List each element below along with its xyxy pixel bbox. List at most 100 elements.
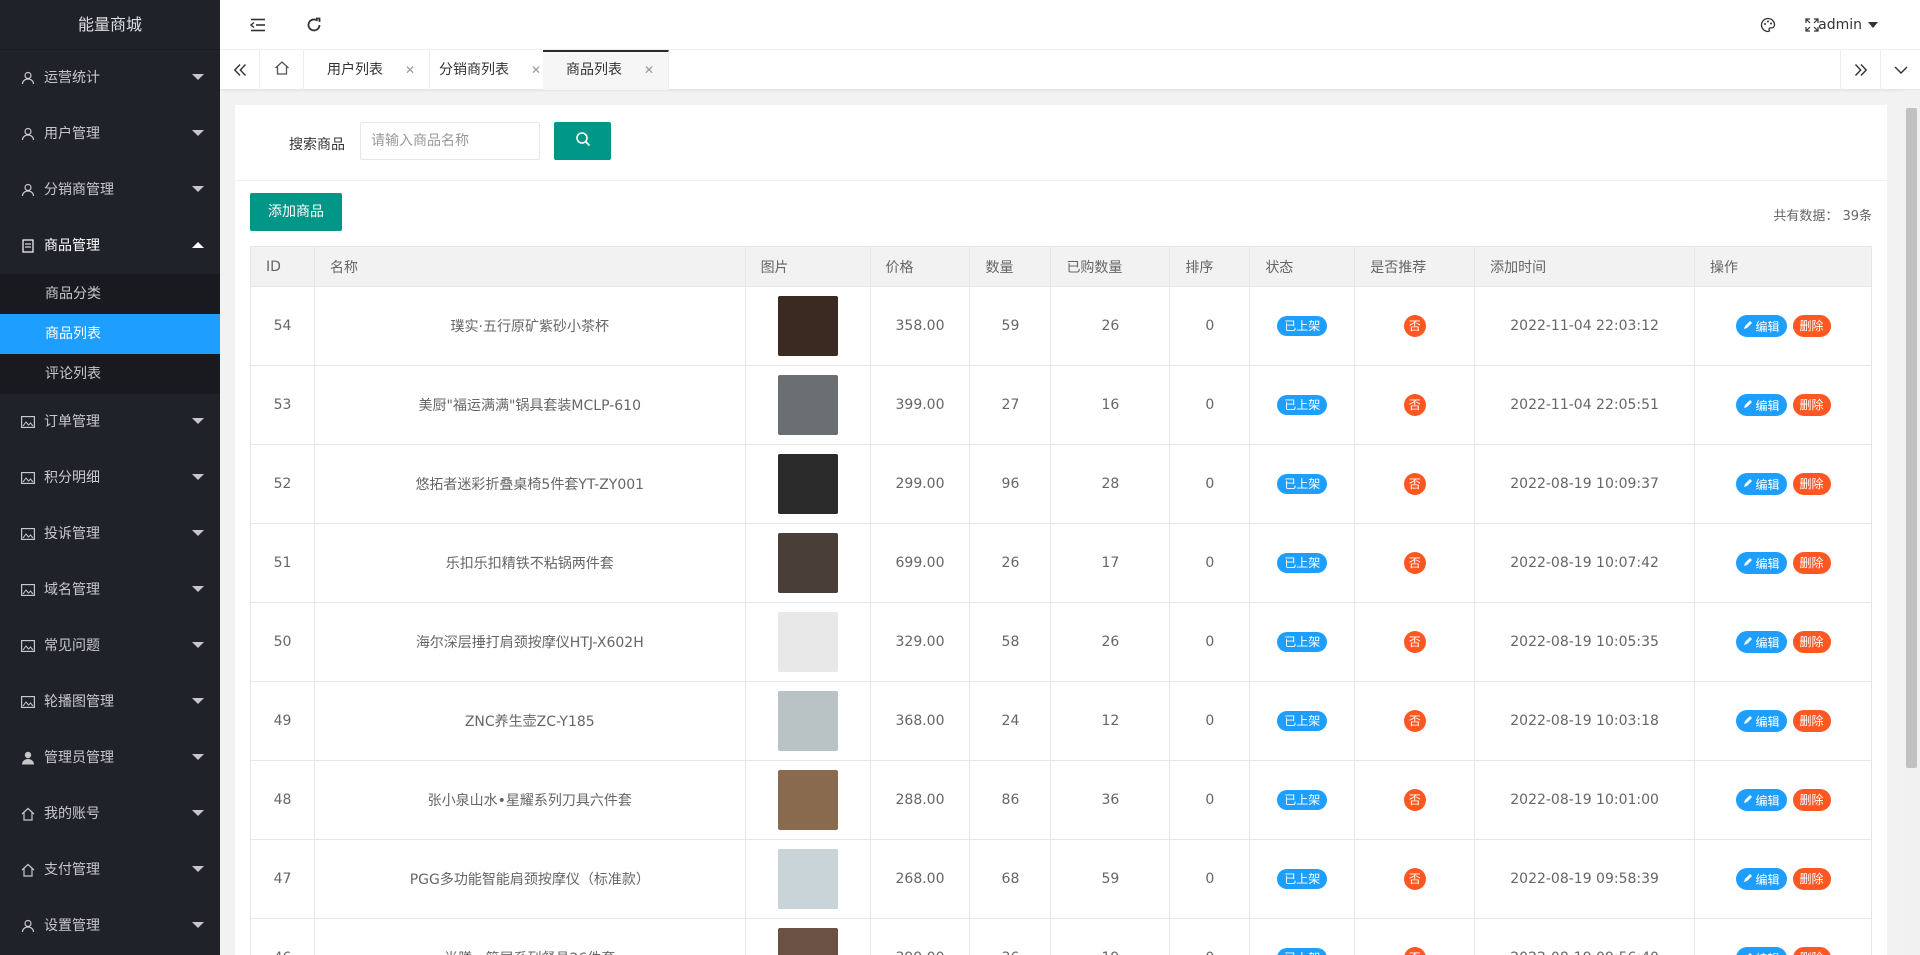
sidebar-item-product-categories[interactable]: 商品分类 [0, 274, 220, 314]
sidebar-item-points[interactable]: 积分明细 [0, 450, 220, 506]
sidebar-item-label: 分销商管理 [44, 182, 114, 198]
tabs-scroll-right-icon[interactable] [1840, 50, 1880, 90]
recommended-badge: 否 [1403, 473, 1426, 495]
edit-button[interactable]: 编辑 [1735, 473, 1787, 496]
product-thumbnail[interactable] [777, 454, 838, 514]
tab-distributor-list[interactable]: 分销商列表 ✕ [416, 50, 557, 90]
theme-palette-icon[interactable] [1756, 13, 1780, 37]
sidebar-item-my-account[interactable]: 我的账号 [0, 786, 220, 842]
col-image[interactable]: 图片 [744, 246, 871, 287]
recommended-badge: 否 [1403, 315, 1426, 337]
delete-button[interactable]: 删除 [1792, 393, 1831, 416]
user-menu[interactable]: admin [1818, 0, 1878, 50]
table-row: 46尚膳 · 简居系列餐具26件套 399.0036190 已上架 否 2022-08-… [250, 918, 1872, 955]
product-thumbnail[interactable] [777, 612, 838, 672]
product-thumbnail[interactable] [777, 849, 838, 909]
col-price[interactable]: 价格 [869, 246, 971, 287]
edit-button[interactable]: 编辑 [1735, 868, 1787, 891]
delete-button[interactable]: 删除 [1792, 472, 1831, 495]
col-sort[interactable]: 排序 [1169, 246, 1251, 287]
cell-id: 48 [250, 760, 315, 840]
edit-label: 编辑 [1755, 319, 1780, 334]
sidebar-item-domains[interactable]: 域名管理 [0, 562, 220, 618]
sidebar-item-distributors[interactable]: 分销商管理 [0, 162, 220, 218]
edit-label: 编辑 [1755, 635, 1780, 650]
delete-button[interactable]: 删除 [1792, 788, 1831, 811]
col-id[interactable]: ID [250, 246, 315, 287]
tab-home[interactable] [260, 50, 304, 90]
edit-button[interactable]: 编辑 [1735, 631, 1787, 654]
tabs-menu-chevron-down-icon[interactable] [1880, 50, 1920, 90]
chevron-down-icon [192, 130, 204, 136]
refresh-icon[interactable] [302, 13, 326, 37]
delete-button[interactable]: 删除 [1792, 709, 1831, 732]
delete-button[interactable]: 删除 [1792, 867, 1831, 890]
cell-image [744, 365, 871, 445]
delete-button[interactable]: 删除 [1792, 630, 1831, 653]
sidebar-item-orders[interactable]: 订单管理 [0, 394, 220, 450]
cell-name: 尚膳 · 简居系列餐具26件套 [313, 918, 746, 955]
sidebar-item-products[interactable]: 商品管理 [0, 218, 220, 274]
sidebar-item-complaints[interactable]: 投诉管理 [0, 506, 220, 562]
status-badge: 已上架 [1277, 474, 1328, 494]
cell-recommended: 否 [1354, 602, 1476, 682]
cell-recommended: 否 [1354, 918, 1476, 955]
product-thumbnail[interactable] [777, 296, 838, 356]
delete-button[interactable]: 删除 [1792, 946, 1831, 955]
sidebar-item-reviews[interactable]: 评论列表 [0, 354, 220, 394]
search-button[interactable] [554, 122, 611, 160]
sidebar-item-faq[interactable]: 常见问题 [0, 618, 220, 674]
delete-button[interactable]: 删除 [1792, 314, 1831, 337]
product-thumbnail[interactable] [777, 375, 838, 435]
table-row: 49 ZNC养生壶ZC-Y185 368.00 24 12 0 已上架 否 2022-08-19… [250, 681, 1872, 761]
pencil-icon [1743, 951, 1756, 955]
table-row: 47 PGG多功能智能肩颈按摩仪（标准款） 268.00 68 59 0 已上架 否 2022-… [250, 839, 1872, 919]
menu-collapse-icon[interactable] [246, 13, 270, 37]
delete-button[interactable]: 删除 [1792, 551, 1831, 574]
col-sold[interactable]: 已购数量 [1050, 246, 1171, 287]
search-input[interactable] [360, 122, 540, 160]
close-icon[interactable]: ✕ [644, 63, 654, 77]
cell-sold: 28 [1050, 444, 1171, 524]
edit-button[interactable]: 编辑 [1735, 947, 1787, 955]
cell-actions: 编辑删除 [1694, 839, 1872, 919]
sidebar-item-admins[interactable]: 管理员管理 [0, 730, 220, 786]
main-content: 搜索商品 添加商品 共有数据： 39条 ID 名称 图片 价格 数量 已购数量 … [235, 105, 1887, 955]
chevron-down-icon [192, 474, 204, 480]
col-quantity[interactable]: 数量 [969, 246, 1052, 287]
cell-status: 已上架 [1249, 602, 1356, 682]
sidebar-item-product-list[interactable]: 商品列表 [0, 314, 220, 354]
edit-button[interactable]: 编辑 [1735, 394, 1787, 417]
tab-product-list[interactable]: 商品列表 ✕ [543, 50, 670, 90]
table-row: 54 璞实·五行原矿紫砂小茶杯 358.00 59 26 0 已上架 否 2022-11-04 … [250, 286, 1872, 366]
add-product-button[interactable]: 添加商品 [250, 193, 342, 231]
sidebar-item-banners[interactable]: 轮播图管理 [0, 674, 220, 730]
sidebar-item-settings[interactable]: 设置管理 [0, 898, 220, 954]
cell-status: 已上架 [1249, 839, 1356, 919]
scrollbar-thumb[interactable] [1906, 108, 1917, 768]
cell-id: 47 [250, 839, 315, 919]
col-name[interactable]: 名称 [313, 246, 746, 287]
edit-button[interactable]: 编辑 [1735, 315, 1787, 338]
tabs-scroll-left-icon[interactable] [220, 50, 260, 90]
sidebar-item-users[interactable]: 用户管理 [0, 106, 220, 162]
tab-user-list[interactable]: 用户列表 ✕ [304, 50, 431, 90]
col-added-time[interactable]: 添加时间 [1474, 246, 1696, 287]
col-recommended[interactable]: 是否推荐 [1354, 246, 1476, 287]
close-icon[interactable]: ✕ [531, 63, 541, 77]
cell-status: 已上架 [1249, 918, 1356, 955]
product-thumbnail[interactable] [777, 533, 838, 593]
close-icon[interactable]: ✕ [405, 63, 415, 77]
page-scrollbar[interactable] [1903, 90, 1920, 955]
sidebar-item-operation-stats[interactable]: 运营统计 [0, 50, 220, 106]
edit-button[interactable]: 编辑 [1735, 552, 1787, 575]
sidebar-item-label: 设置管理 [44, 918, 100, 934]
product-thumbnail[interactable] [777, 691, 838, 751]
edit-button[interactable]: 编辑 [1735, 710, 1787, 733]
product-thumbnail[interactable] [777, 928, 838, 955]
col-actions[interactable]: 操作 [1694, 246, 1872, 287]
sidebar-item-payments[interactable]: 支付管理 [0, 842, 220, 898]
product-thumbnail[interactable] [777, 770, 838, 830]
col-status[interactable]: 状态 [1249, 246, 1356, 287]
edit-button[interactable]: 编辑 [1735, 789, 1787, 812]
